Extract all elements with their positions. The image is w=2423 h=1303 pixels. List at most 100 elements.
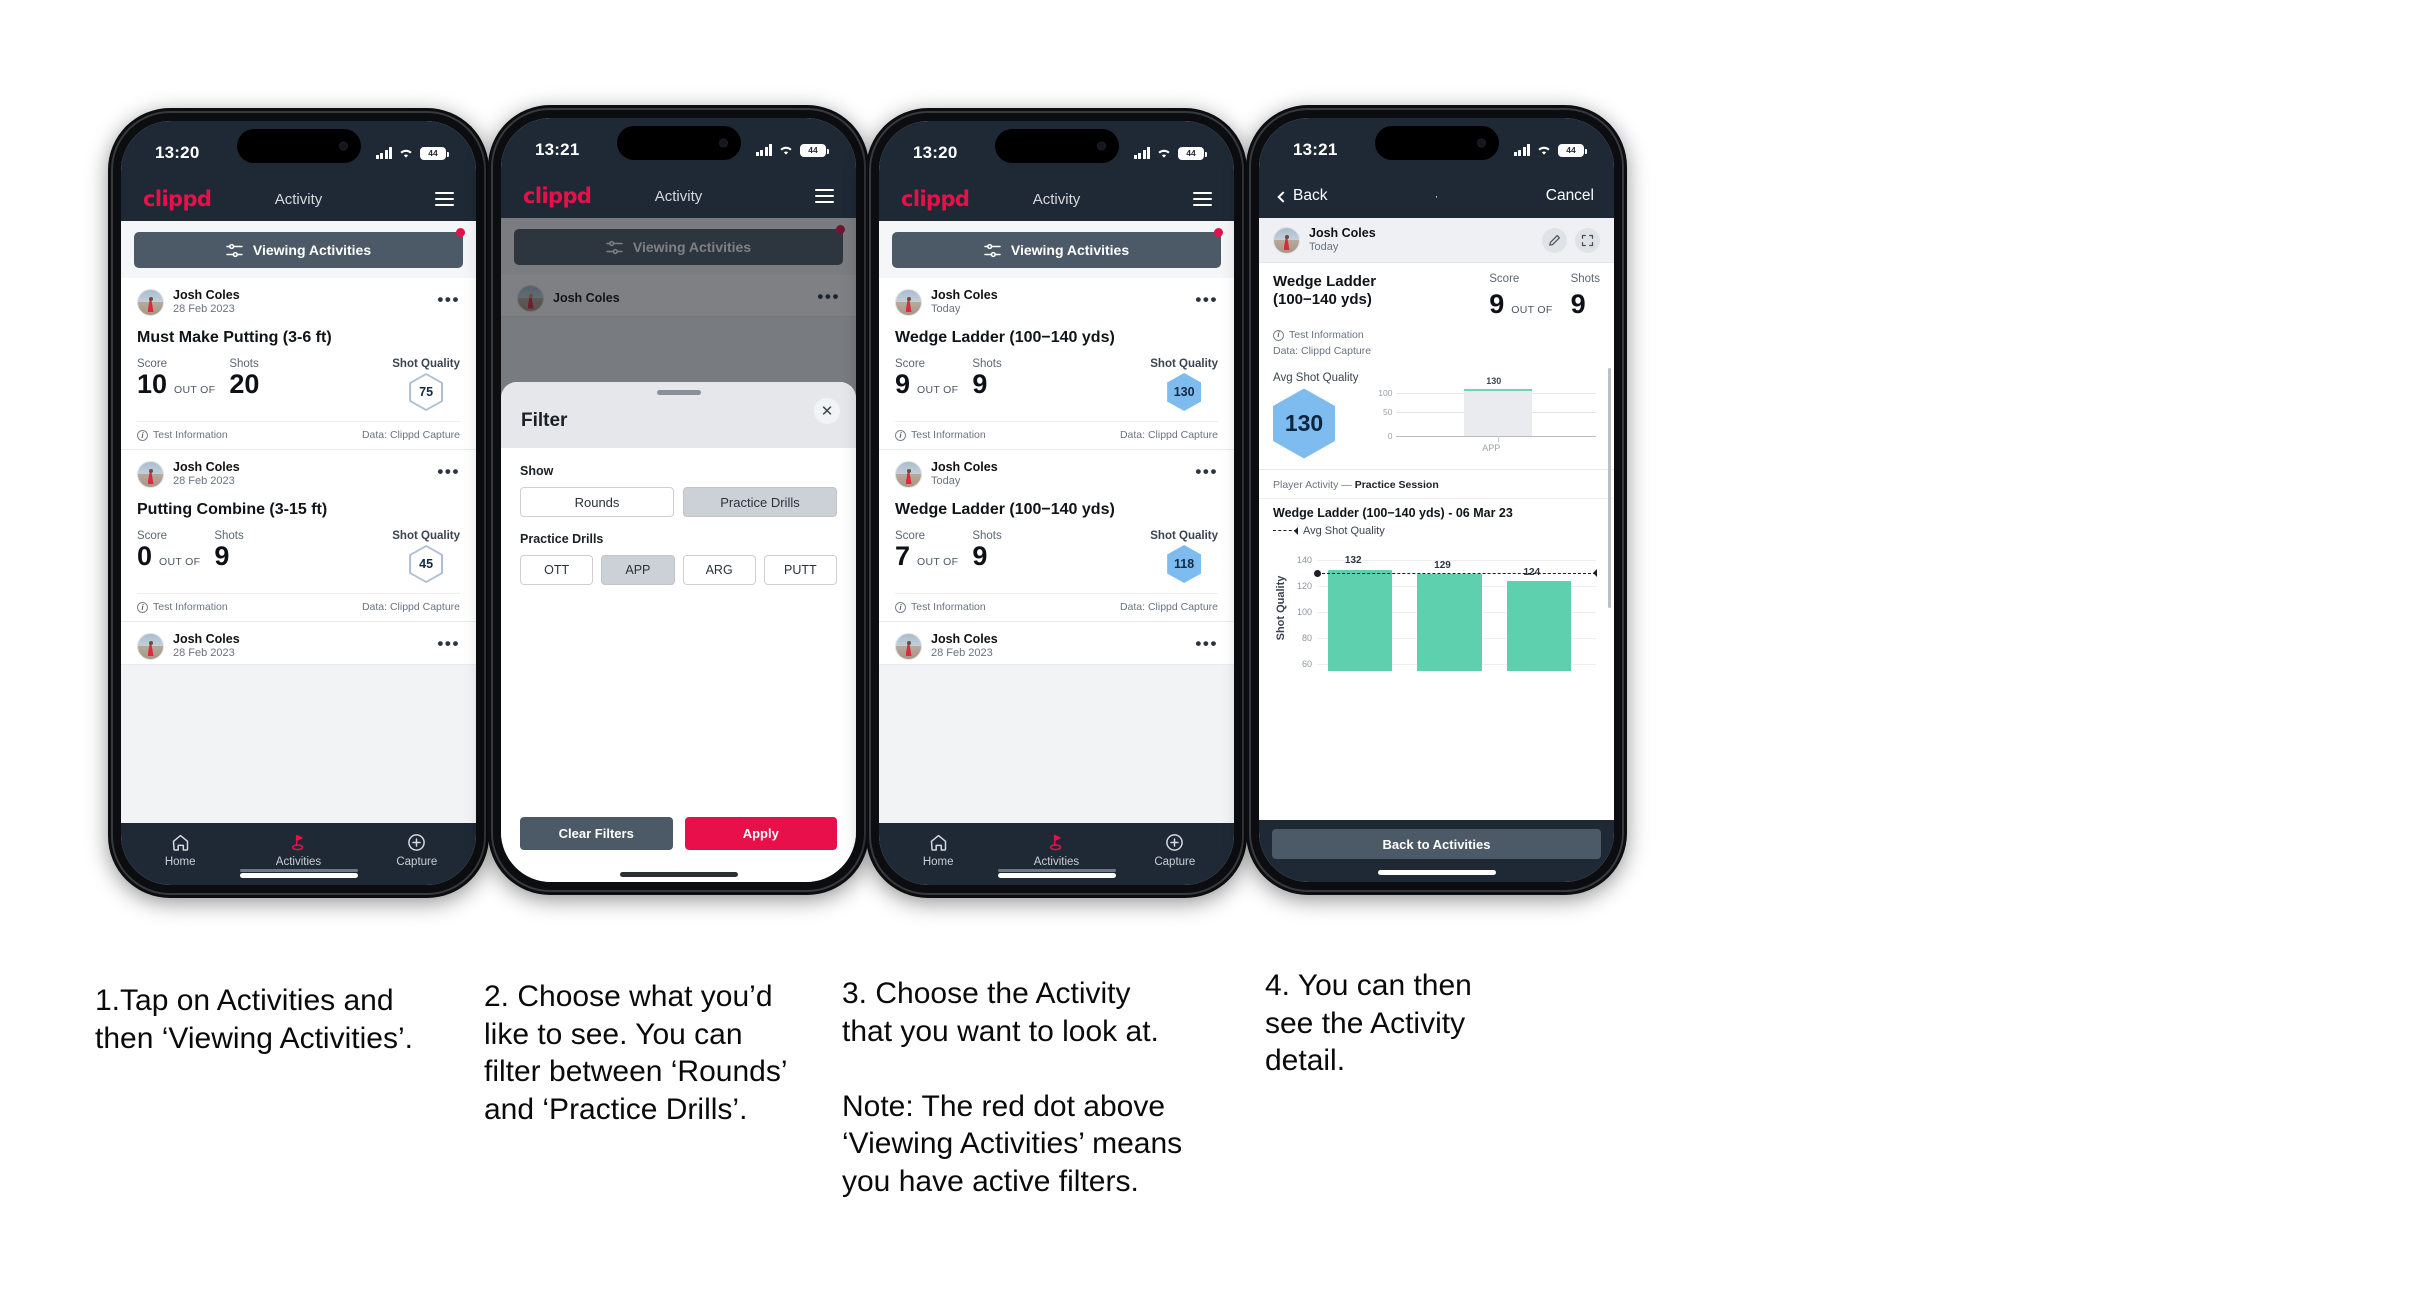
status-bar: 13:20 44	[121, 121, 476, 177]
test-information[interactable]: i Test Information	[895, 601, 986, 613]
card-metrics: Score 7 OUT OF Shots 9 Shot Quality 118	[895, 521, 1218, 593]
avatar	[137, 632, 164, 660]
battery-level: 44	[1186, 147, 1196, 158]
back-to-activities-button[interactable]: Back to Activities	[1272, 829, 1601, 859]
activity-card-partial[interactable]: Josh Coles 28 Feb 2023 •••	[121, 622, 476, 666]
status-time: 13:20	[913, 143, 958, 162]
card-more-icon[interactable]: •••	[437, 291, 460, 308]
scrollbar[interactable]	[1608, 368, 1611, 608]
card-user: Josh Coles 28 Feb 2023	[173, 460, 240, 488]
home-indicator[interactable]	[239, 873, 358, 878]
test-information[interactable]: i Test Information	[1273, 327, 1600, 343]
hamburger-menu-icon[interactable]	[815, 188, 834, 204]
detail-footer-bar: Back to Activities	[1259, 820, 1614, 882]
score-row: 7 OUT OF	[895, 543, 958, 570]
card-more-icon[interactable]: •••	[1195, 635, 1218, 652]
tab-capture[interactable]: Capture	[358, 831, 476, 868]
score-value: 9	[1489, 289, 1505, 320]
shots-metric: Shots 20	[229, 358, 259, 398]
tab-home[interactable]: Home	[879, 831, 997, 868]
tab-activities[interactable]: Activities	[997, 831, 1115, 868]
info-icon: i	[137, 601, 148, 613]
cancel-button[interactable]: Cancel	[1546, 187, 1594, 205]
phone-3-screen: 13:20 44 clippd Activity Viewing Activit…	[879, 121, 1234, 885]
viewing-activities-label: Viewing Activities	[252, 242, 372, 258]
activity-card[interactable]: Josh Coles 28 Feb 2023 ••• Putting Combi…	[121, 450, 476, 623]
avg-shot-quality-hexagon: 130	[1273, 388, 1335, 459]
score-metric: Score 9 OUT OF	[1489, 273, 1552, 318]
activity-date: 28 Feb 2023	[931, 647, 993, 660]
plus-circle-icon	[358, 831, 476, 853]
battery-icon: 44	[1558, 143, 1587, 157]
ytick-60: 60	[1301, 658, 1312, 669]
wifi-icon	[398, 147, 414, 159]
hamburger-menu-icon[interactable]	[435, 191, 454, 207]
user-name: Josh Coles	[173, 288, 240, 302]
active-tab-indicator	[239, 869, 358, 872]
shot-quality-metric: Shot Quality 75	[392, 358, 460, 412]
home-icon	[879, 831, 997, 853]
shots-metric: Shots 9	[972, 358, 1001, 398]
test-information[interactable]: i Test Information	[137, 429, 228, 441]
home-indicator[interactable]	[997, 873, 1116, 878]
tab-home-label: Home	[164, 856, 196, 868]
tab-activities[interactable]: Activities	[239, 831, 357, 868]
score-metric: Score 7 OUT OF	[895, 530, 958, 570]
close-icon[interactable]: ✕	[814, 398, 840, 424]
viewing-activities-button[interactable]: Viewing Activities	[134, 232, 463, 268]
ytick-140: 140	[1296, 554, 1312, 565]
card-footer: i Test Information Data: Clippd Capture	[895, 593, 1218, 621]
card-more-icon[interactable]: •••	[437, 635, 460, 652]
test-information[interactable]: i Test Information	[137, 601, 228, 613]
filter-option-practice-drills[interactable]: Practice Drills	[683, 487, 837, 517]
card-more-icon[interactable]: •••	[1195, 463, 1218, 480]
status-indicators: 44	[755, 143, 829, 157]
filter-option-rounds[interactable]: Rounds	[520, 487, 674, 517]
avg-shot-quality-value: 130	[1284, 410, 1324, 437]
filter-chip-putt[interactable]: PUTT	[763, 555, 837, 585]
filter-chip-app[interactable]: APP	[601, 555, 675, 585]
filter-sliders-icon	[984, 243, 1001, 258]
info-icon: i	[137, 429, 148, 441]
activity-card[interactable]: Josh Coles 28 Feb 2023 ••• Must Make Put…	[121, 278, 476, 451]
shot-quality-metric: Shot Quality 130	[1150, 358, 1218, 412]
back-button[interactable]: Back	[1277, 187, 1327, 205]
player-activity-type: Practice Session	[1354, 478, 1439, 491]
detail-footer: i Test Information Data: Clippd Capture	[1273, 327, 1600, 360]
card-header: Josh Coles 28 Feb 2023 •••	[137, 288, 460, 320]
out-of-label: OUT OF	[174, 384, 216, 397]
activity-date: Today	[1309, 241, 1339, 254]
sheet-grabber[interactable]	[656, 390, 701, 395]
expand-icon[interactable]	[1575, 227, 1600, 253]
app-header: clippd Activity	[121, 177, 476, 221]
filter-chip-ott[interactable]: OTT	[520, 555, 594, 585]
score-metric: Score 9 OUT OF	[895, 358, 958, 398]
card-more-icon[interactable]: •••	[1195, 291, 1218, 308]
golf-flag-icon	[997, 831, 1115, 853]
clear-filters-button[interactable]: Clear Filters	[520, 817, 673, 850]
status-indicators: 44	[1133, 146, 1207, 160]
score-value: 10	[137, 369, 168, 400]
home-indicator[interactable]	[501, 860, 856, 882]
activity-date: Today	[931, 303, 961, 316]
tab-home[interactable]: Home	[121, 831, 239, 868]
out-of-label: OUT OF	[917, 384, 959, 397]
pencil-icon[interactable]	[1542, 227, 1567, 253]
filter-chip-arg[interactable]: ARG	[682, 555, 756, 585]
activity-card[interactable]: Josh Coles Today ••• Wedge Ladder (100−1…	[879, 278, 1234, 451]
tab-capture[interactable]: Capture	[1116, 831, 1234, 868]
viewing-activities-button[interactable]: Viewing Activities	[892, 232, 1221, 268]
shot-quality-value: 75	[411, 375, 442, 410]
score-row: 0 OUT OF	[137, 543, 200, 570]
show-label: Show	[520, 464, 554, 478]
activity-card-partial[interactable]: Josh Coles 28 Feb 2023 •••	[879, 622, 1234, 666]
home-indicator[interactable]	[1377, 870, 1496, 875]
hamburger-menu-icon[interactable]	[1193, 191, 1212, 207]
shot-quality-hexagon: 45	[409, 545, 444, 584]
card-more-icon[interactable]: •••	[437, 463, 460, 480]
test-information[interactable]: i Test Information	[895, 429, 986, 441]
apply-button[interactable]: Apply	[684, 817, 837, 850]
shot-quality-bar-chart: Shot Quality 140 120 100 80 60 132 129 1…	[1273, 546, 1600, 671]
user-name: Josh Coles	[173, 460, 240, 475]
activity-card[interactable]: Josh Coles Today ••• Wedge Ladder (100−1…	[879, 450, 1234, 623]
